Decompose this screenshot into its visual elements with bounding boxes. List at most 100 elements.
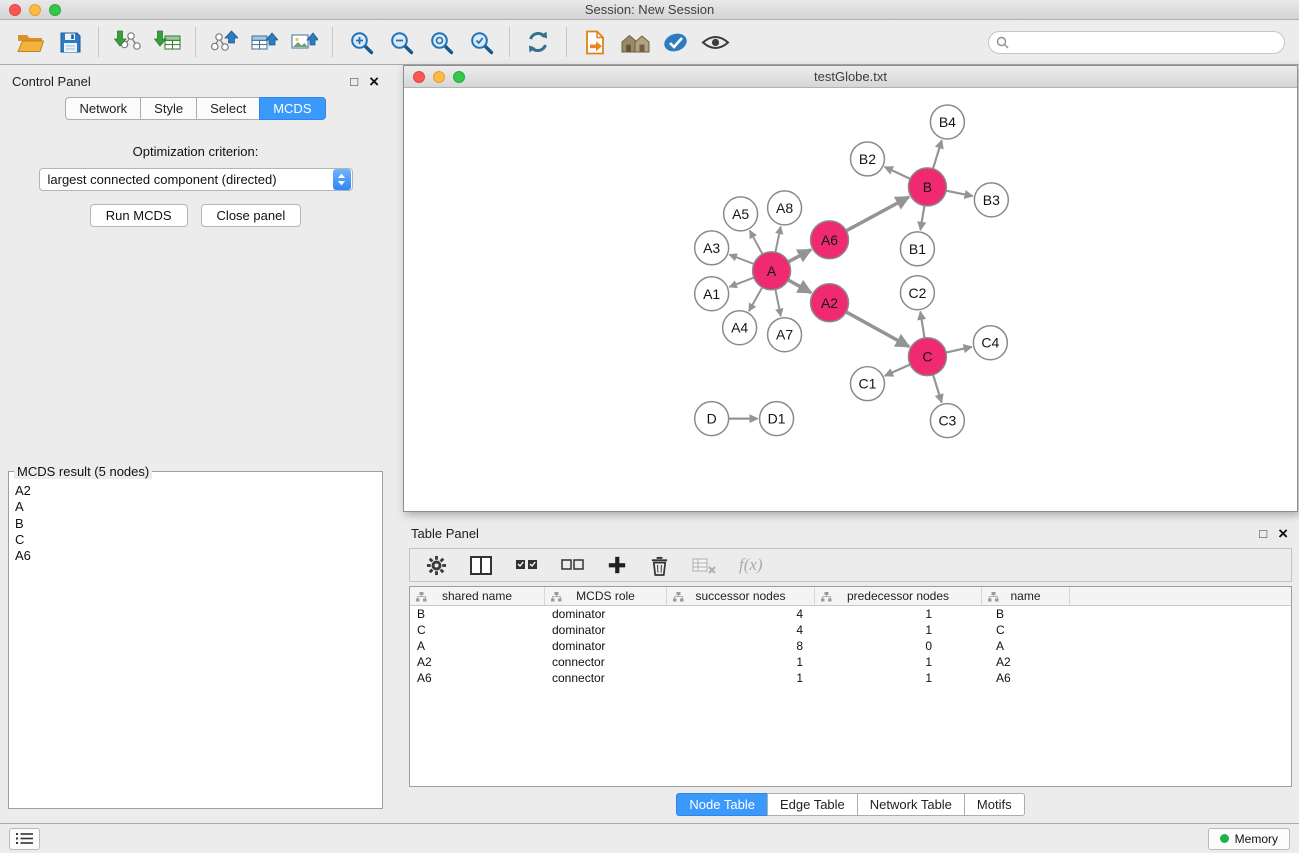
export-image-button[interactable] (284, 24, 324, 60)
node-A2[interactable]: A2 (811, 284, 849, 322)
table-row[interactable]: Adominator80A (410, 638, 1291, 654)
edge-C-C3[interactable] (933, 375, 942, 403)
node-A[interactable]: A (753, 252, 791, 290)
run-mcds-button[interactable]: Run MCDS (90, 204, 188, 227)
zoom-in-button[interactable] (341, 24, 381, 60)
edge-A-A2[interactable] (788, 280, 811, 293)
deselect-all-rows-button[interactable] (561, 556, 584, 574)
import-network-button[interactable] (107, 24, 147, 60)
tab-mcds[interactable]: MCDS (259, 97, 325, 120)
close-table-panel-icon[interactable]: × (1278, 525, 1288, 542)
open-network-file-button[interactable] (575, 24, 615, 60)
column-header-successor-nodes[interactable]: successor nodes (667, 587, 815, 605)
edge-C-C4[interactable] (946, 347, 972, 353)
edge-A-A7[interactable] (775, 289, 780, 316)
memory-button[interactable]: Memory (1208, 828, 1290, 850)
import-table-button[interactable] (147, 24, 187, 60)
edge-A2-C[interactable] (846, 312, 909, 347)
show-hide-button[interactable] (695, 24, 735, 60)
task-history-button[interactable] (9, 828, 40, 850)
node-B[interactable]: B (908, 168, 946, 206)
network-window-titlebar[interactable]: testGlobe.txt (404, 66, 1297, 88)
edge-A-A5[interactable] (750, 231, 763, 255)
node-A5[interactable]: A5 (724, 197, 758, 231)
tab-style[interactable]: Style (140, 97, 197, 120)
network-overview-button[interactable] (615, 24, 655, 60)
export-network-button[interactable] (204, 24, 244, 60)
tab-network-table[interactable]: Network Table (857, 793, 965, 816)
mcds-result-item[interactable]: A (15, 499, 376, 515)
delete-rows-button[interactable] (650, 555, 669, 576)
apply-style-button[interactable] (655, 24, 695, 60)
show-column-button[interactable] (470, 556, 492, 575)
add-row-button[interactable] (607, 555, 627, 575)
network-zoom-button[interactable] (453, 71, 465, 83)
refresh-view-button[interactable] (518, 24, 558, 60)
node-A8[interactable]: A8 (768, 191, 802, 225)
edge-A-A6[interactable] (788, 250, 811, 262)
close-panel-button[interactable]: Close panel (201, 204, 302, 227)
node-C4[interactable]: C4 (973, 326, 1007, 360)
table-row[interactable]: A6connector11A6 (410, 670, 1291, 686)
table-row[interactable]: Cdominator41C (410, 622, 1291, 638)
node-A1[interactable]: A1 (695, 277, 729, 311)
network-canvas[interactable]: B4 B2 B B3 A5 A8 A6 B1 A3 A A1 C2 A2 A4 A7 C4 C1 C C3 D D1 (404, 88, 1297, 511)
network-canvas-svg[interactable]: B4 B2 B B3 A5 A8 A6 B1 A3 A A1 C2 A2 A4 A7 C4 C1 C C3 D D1 (404, 88, 1297, 511)
node-A6[interactable]: A6 (811, 221, 849, 259)
column-header-name[interactable]: name (982, 587, 1070, 605)
node-C1[interactable]: C1 (851, 367, 885, 401)
apply-function-button[interactable]: f(x) (739, 555, 763, 575)
node-A7[interactable]: A7 (768, 318, 802, 352)
mcds-result-item[interactable]: A6 (15, 548, 376, 564)
node-D1[interactable]: D1 (760, 402, 794, 436)
edge-A-A4[interactable] (749, 287, 762, 311)
optimization-criterion-select[interactable]: largest connected component (directed) (39, 168, 353, 191)
mcds-result-item[interactable]: A2 (15, 483, 376, 499)
table-row[interactable]: A2connector11A2 (410, 654, 1291, 670)
column-header-shared-name[interactable]: shared name (410, 587, 545, 605)
tab-motifs[interactable]: Motifs (964, 793, 1025, 816)
mcds-result-item[interactable]: C (15, 532, 376, 548)
node-C2[interactable]: C2 (900, 276, 934, 310)
export-table-button[interactable] (244, 24, 284, 60)
column-header-mcds-role[interactable]: MCDS role (545, 587, 667, 605)
edge-B-B3[interactable] (946, 191, 973, 196)
close-window-button[interactable] (9, 4, 21, 16)
edge-B-B2[interactable] (885, 167, 911, 179)
edge-B-B4[interactable] (933, 140, 942, 169)
edge-B-B1[interactable] (920, 206, 924, 230)
edge-A6-B[interactable] (846, 197, 909, 231)
node-D[interactable]: D (695, 402, 729, 436)
node-B4[interactable]: B4 (930, 105, 964, 139)
table-row[interactable]: Bdominator41B (410, 606, 1291, 622)
edge-C-C2[interactable] (920, 312, 924, 338)
search-field[interactable] (988, 31, 1285, 54)
edge-C-C1[interactable] (885, 364, 910, 375)
column-header-predecessor-nodes[interactable]: predecessor nodes (815, 587, 982, 605)
tab-select[interactable]: Select (196, 97, 260, 120)
zoom-fit-button[interactable] (421, 24, 461, 60)
float-table-panel-icon[interactable]: □ (1259, 527, 1267, 540)
close-panel-icon[interactable]: × (369, 73, 379, 90)
node-B1[interactable]: B1 (900, 232, 934, 266)
edge-A-A8[interactable] (775, 226, 780, 252)
delete-table-button[interactable] (692, 556, 716, 575)
search-input[interactable] (1014, 35, 1277, 50)
node-B3[interactable]: B3 (974, 183, 1008, 217)
zoom-selected-button[interactable] (461, 24, 501, 60)
edge-A-A3[interactable] (729, 255, 754, 264)
mcds-result-item[interactable]: B (15, 516, 376, 532)
node-B2[interactable]: B2 (851, 142, 885, 176)
node-A3[interactable]: A3 (695, 231, 729, 265)
table-settings-button[interactable] (426, 555, 447, 576)
tab-edge-table[interactable]: Edge Table (767, 793, 858, 816)
open-session-button[interactable] (10, 24, 50, 60)
minimize-window-button[interactable] (29, 4, 41, 16)
node-C3[interactable]: C3 (930, 404, 964, 438)
combo-stepper-icon[interactable] (333, 169, 351, 190)
network-close-button[interactable] (413, 71, 425, 83)
zoom-window-button[interactable] (49, 4, 61, 16)
node-A4[interactable]: A4 (723, 311, 757, 345)
tab-node-table[interactable]: Node Table (676, 793, 768, 816)
node-C[interactable]: C (908, 338, 946, 376)
